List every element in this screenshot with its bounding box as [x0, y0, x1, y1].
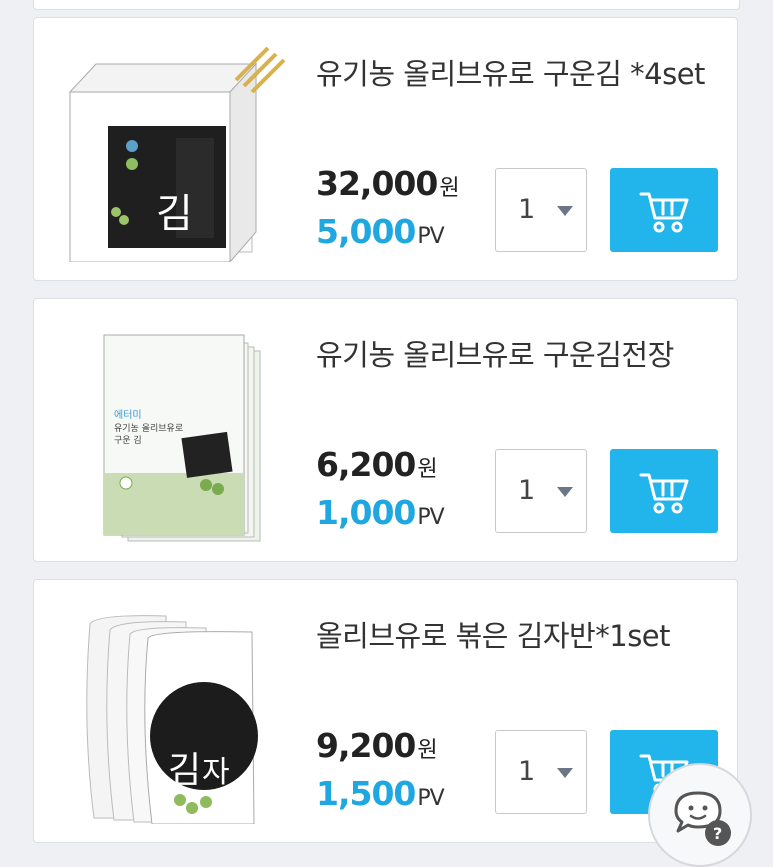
product-pv: 1,000PV: [316, 493, 445, 532]
product-card: 에터미 유기농 올리브유로 구운 김 유기농 올리브유로 구운김전장 6,200…: [33, 298, 738, 562]
price-value: 32,000: [316, 164, 438, 203]
price-unit: 원: [439, 176, 459, 201]
product-image[interactable]: 에터미 유기농 올리브유로 구운 김: [56, 323, 296, 543]
cart-icon: [639, 192, 689, 233]
previous-product-card-edge: [33, 0, 740, 10]
product-image[interactable]: 김 자: [56, 604, 296, 824]
pv-value: 1,000: [316, 493, 416, 532]
svg-text:자: 자: [202, 755, 230, 790]
pv-unit: PV: [417, 786, 444, 811]
pv-unit: PV: [417, 505, 444, 530]
chat-button[interactable]: ?: [648, 763, 752, 867]
quantity-select[interactable]: 1: [495, 449, 587, 533]
svg-text:에터미: 에터미: [114, 409, 142, 421]
product-card: 김 자 올리브유로 볶은 김자반*1set 9,200원 1,500PV 1: [33, 579, 738, 843]
quantity-select[interactable]: 1: [495, 168, 587, 252]
product-price: 6,200원: [316, 445, 438, 484]
chat-bubble-icon: ?: [674, 791, 731, 846]
product-pv: 1,500PV: [316, 774, 445, 813]
product-image[interactable]: 김: [56, 42, 296, 262]
price-unit: 원: [417, 457, 437, 482]
add-to-cart-button[interactable]: [610, 449, 718, 533]
product-title[interactable]: 올리브유로 볶은 김자반*1set: [316, 612, 716, 660]
quantity-value: 1: [518, 194, 536, 225]
pv-unit: PV: [417, 224, 444, 249]
chevron-down-icon: [557, 487, 573, 497]
product-price: 32,000원: [316, 164, 460, 203]
product-title[interactable]: 유기농 올리브유로 구운김 *4set: [316, 50, 716, 98]
price-value: 6,200: [316, 445, 416, 484]
svg-text:김: 김: [156, 191, 193, 237]
cart-icon: [639, 473, 689, 514]
chevron-down-icon: [557, 768, 573, 778]
svg-text:유기농 올리브유로: 유기농 올리브유로: [114, 423, 183, 434]
product-price: 9,200원: [316, 726, 438, 765]
price-value: 9,200: [316, 726, 416, 765]
quantity-value: 1: [518, 756, 536, 787]
product-title[interactable]: 유기농 올리브유로 구운김전장: [316, 331, 716, 379]
chevron-down-icon: [557, 206, 573, 216]
price-unit: 원: [417, 738, 437, 763]
svg-text:김: 김: [168, 750, 201, 791]
quantity-select[interactable]: 1: [495, 730, 587, 814]
pv-value: 1,500: [316, 774, 416, 813]
pv-value: 5,000: [316, 212, 416, 251]
svg-text:구운 김: 구운 김: [114, 434, 142, 446]
add-to-cart-button[interactable]: [610, 168, 718, 252]
svg-text:?: ?: [713, 824, 722, 843]
quantity-value: 1: [518, 475, 536, 506]
product-pv: 5,000PV: [316, 212, 445, 251]
product-card: 김 유기농 올리브유로 구운김 *4set 32,000원 5,000PV 1: [33, 17, 738, 281]
